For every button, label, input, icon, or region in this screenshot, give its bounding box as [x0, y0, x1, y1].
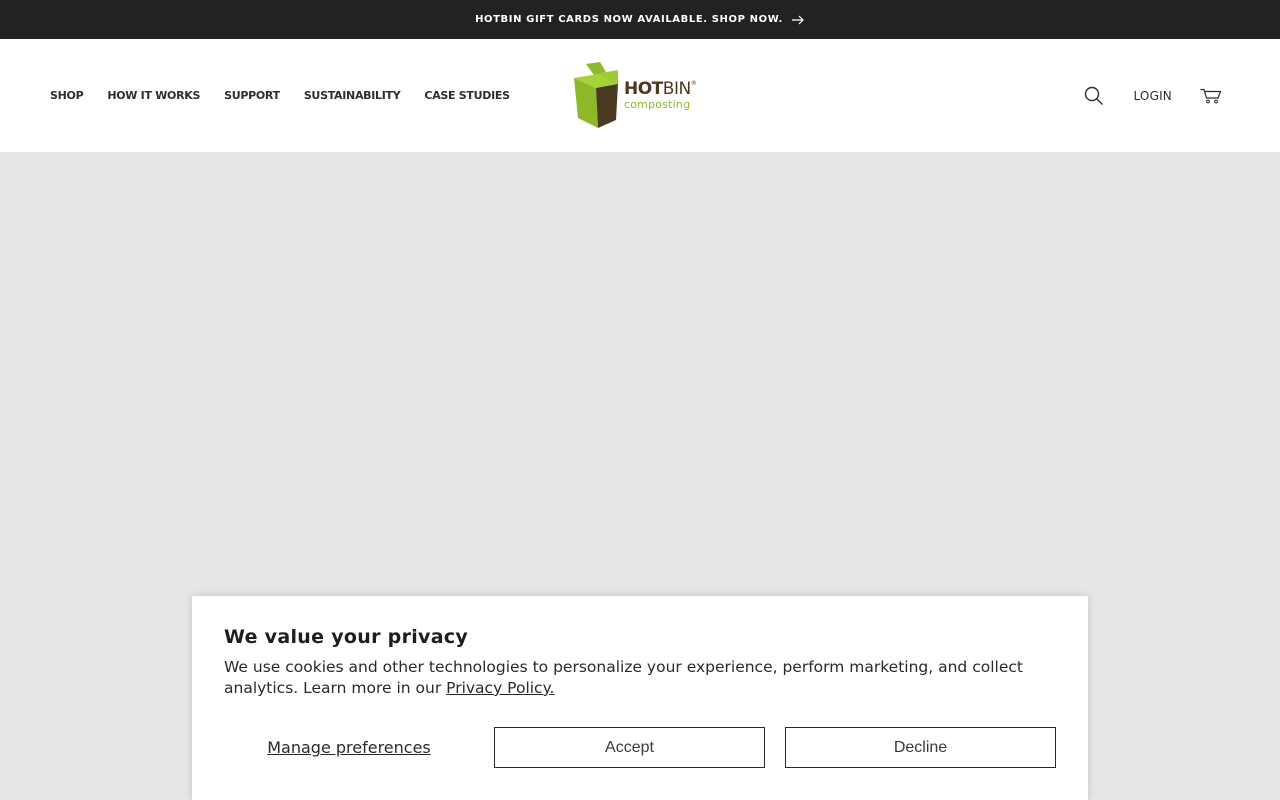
cart-button[interactable]: [1200, 85, 1224, 107]
nav-item-case-studies[interactable]: CASE STUDIES: [424, 89, 510, 102]
logo-bin: BIN: [662, 78, 691, 99]
cookie-title: We value your privacy: [224, 626, 469, 648]
manage-preferences-button[interactable]: Manage preferences: [224, 727, 474, 768]
logo-wordmark: HOTBIN® composting: [624, 78, 697, 111]
arrow-right-icon: [791, 15, 805, 25]
hotbin-logo[interactable]: HOTBIN® composting: [572, 61, 712, 129]
cookie-consent-dialog: We value your privacy We use cookies and…: [192, 596, 1088, 800]
site-header: SHOP HOW IT WORKS SUPPORT SUSTAINABILITY…: [0, 39, 1280, 152]
search-button[interactable]: [1083, 85, 1105, 107]
main-nav: SHOP HOW IT WORKS SUPPORT SUSTAINABILITY…: [50, 39, 510, 152]
search-icon: [1085, 86, 1104, 105]
nav-item-support[interactable]: SUPPORT: [224, 89, 280, 102]
announcement-text: HOTBIN GIFT CARDS NOW AVAILABLE. SHOP NO…: [475, 14, 783, 25]
decline-button[interactable]: Decline: [785, 727, 1056, 768]
logo-subtitle: composting: [624, 97, 691, 111]
logo-registered: ®: [690, 79, 697, 87]
logo-hot: HOT: [624, 78, 663, 99]
accept-button[interactable]: Accept: [494, 727, 765, 768]
cookie-body: We use cookies and other technologies to…: [224, 657, 1044, 699]
privacy-policy-link[interactable]: Privacy Policy.: [446, 679, 554, 697]
header-actions: LOGIN: [1083, 39, 1224, 152]
login-link[interactable]: LOGIN: [1133, 89, 1172, 103]
announcement-bar[interactable]: HOTBIN GIFT CARDS NOW AVAILABLE. SHOP NO…: [0, 0, 1280, 39]
nav-item-how-it-works[interactable]: HOW IT WORKS: [107, 89, 200, 102]
cookie-body-text: We use cookies and other technologies to…: [224, 658, 1023, 697]
nav-item-shop[interactable]: SHOP: [50, 89, 84, 102]
cookie-actions: Manage preferences Accept Decline: [224, 727, 1056, 768]
compost-bin-logo-icon: [574, 62, 618, 128]
nav-item-sustainability[interactable]: SUSTAINABILITY: [304, 89, 401, 102]
cart-icon: [1200, 88, 1222, 103]
